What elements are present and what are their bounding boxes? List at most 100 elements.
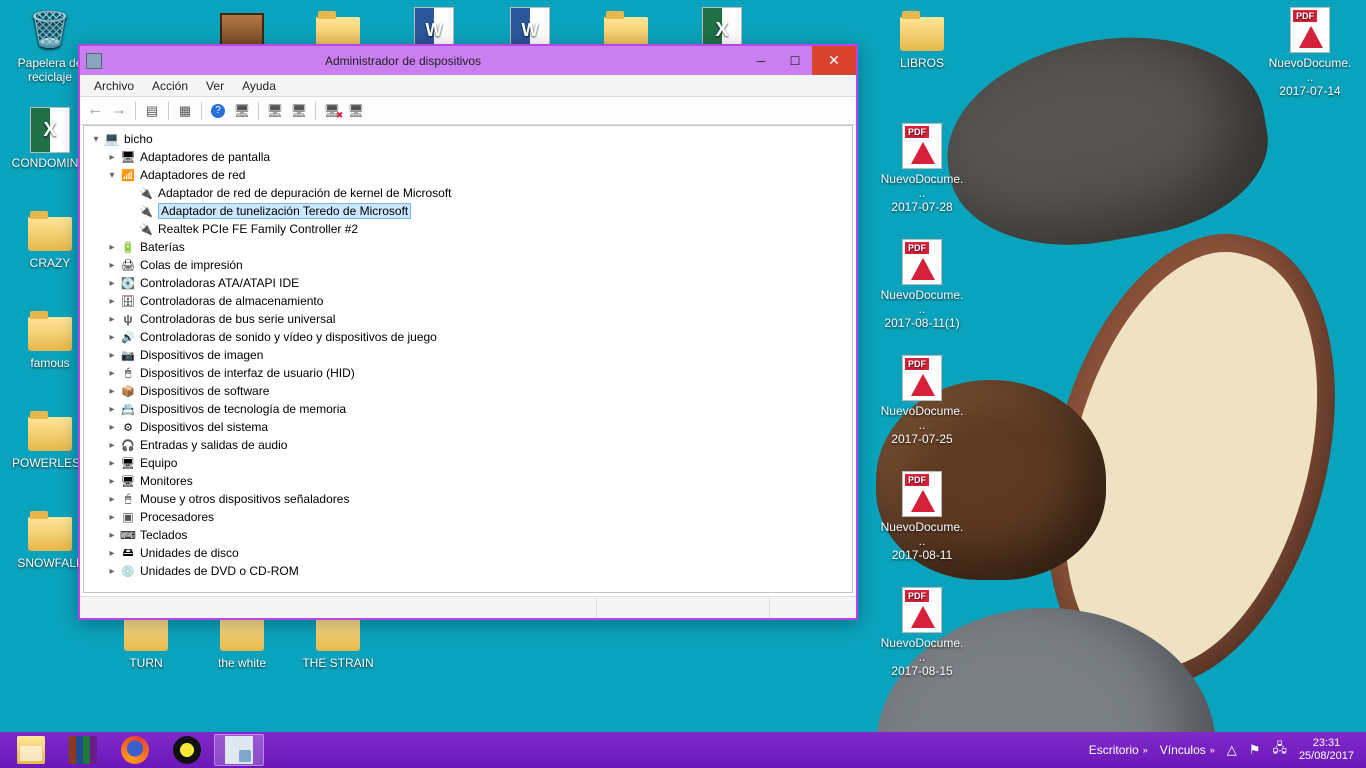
tree-node[interactable]: ▸Procesadores: [86, 508, 850, 526]
expander-icon[interactable]: ▸: [106, 404, 118, 415]
task-explorer[interactable]: [6, 734, 56, 766]
expander-icon[interactable]: ▸: [106, 242, 118, 253]
titlebar[interactable]: Administrador de dispositivos ─ ☐ ✕: [80, 46, 856, 75]
tree-node[interactable]: ▸Dispositivos de imagen: [86, 346, 850, 364]
expander-icon[interactable]: ▸: [106, 458, 118, 469]
menu-archivo[interactable]: Archivo: [86, 77, 142, 95]
tree-node[interactable]: ▸Colas de impresión: [86, 256, 850, 274]
expander-icon[interactable]: ▾: [106, 170, 118, 181]
tree-node[interactable]: ▸Adaptadores de pantalla: [86, 148, 850, 166]
uninstall-button[interactable]: 🖥: [288, 100, 310, 122]
tree-node[interactable]: ▸Controladoras ATA/ATAPI IDE: [86, 274, 850, 292]
properties-button[interactable]: ▦: [174, 100, 196, 122]
maximize-button[interactable]: ☐: [778, 46, 812, 75]
forward-button: ⭢: [108, 100, 130, 122]
toolbar-links-link[interactable]: Vínculos»: [1160, 743, 1215, 757]
tree-node[interactable]: ▸Entradas y salidas de audio: [86, 436, 850, 454]
expander-icon[interactable]: ▸: [106, 350, 118, 361]
expander-icon[interactable]: ▸: [106, 296, 118, 307]
expander-icon[interactable]: ▸: [106, 530, 118, 541]
desktop-icon[interactable]: NuevoDocume...2017-08-11: [880, 470, 964, 562]
tree-node[interactable]: ▸ Dispositivos de interfaz de usuario (HI…: [86, 364, 850, 382]
tree-node[interactable]: Adaptador de red de depuración de kernel…: [86, 184, 850, 202]
tree-node-label: bicho: [124, 132, 153, 146]
task-firefox[interactable]: [110, 734, 160, 766]
device-tree[interactable]: ▾bicho▸Adaptadores de pantalla▾Adaptador…: [83, 125, 853, 593]
toolbar-desktop-link[interactable]: Escritorio»: [1089, 743, 1148, 757]
expander-icon[interactable]: ▸: [106, 566, 118, 577]
desktop-icon-label: NuevoDocume...2017-07-25: [880, 404, 964, 446]
tree-node[interactable]: ▸Controladoras de bus serie universal: [86, 310, 850, 328]
expander-icon[interactable]: ▸: [106, 476, 118, 487]
tree-node[interactable]: ▾Adaptadores de red: [86, 166, 850, 184]
device-category-icon: [120, 383, 136, 399]
action-center-icon[interactable]: ⚑: [1249, 742, 1261, 758]
disable-button[interactable]: 🖥✖: [321, 100, 343, 122]
expander-icon[interactable]: ▸: [106, 152, 118, 163]
tree-node[interactable]: ▸Controladoras de almacenamiento: [86, 292, 850, 310]
network-icon[interactable]: 🖧: [1272, 739, 1287, 761]
tree-node[interactable]: ▸Dispositivos de software: [86, 382, 850, 400]
tree-node[interactable]: ▸Unidades de disco: [86, 544, 850, 562]
close-button[interactable]: ✕: [812, 46, 856, 75]
tree-node[interactable]: ▸Monitores: [86, 472, 850, 490]
tree-node[interactable]: ▸Unidades de DVD o CD-ROM: [86, 562, 850, 580]
update-driver-button[interactable]: 🖥: [231, 100, 253, 122]
tree-node[interactable]: ▸Dispositivos del sistema: [86, 418, 850, 436]
desktop-icon[interactable]: NuevoDocume...2017-08-11(1): [880, 238, 964, 330]
tree-node[interactable]: ▸Teclados: [86, 526, 850, 544]
expander-icon[interactable]: ▸: [106, 368, 118, 379]
desktop-icon[interactable]: NuevoDocume...2017-08-15: [880, 586, 964, 678]
tree-node[interactable]: Realtek PCIe FE Family Controller #2: [86, 220, 850, 238]
desktop-icon[interactable]: NuevoDocume...2017-07-14: [1268, 6, 1352, 98]
device-category-icon: [138, 203, 154, 219]
tree-node-label: Dispositivos de interfaz de usuario (HID…: [140, 366, 355, 380]
tree-node[interactable]: ▸ Equipo: [86, 454, 850, 472]
expander-icon[interactable]: ▸: [106, 260, 118, 271]
device-category-icon: [120, 257, 136, 273]
tree-node[interactable]: ▾ bicho: [86, 130, 850, 148]
expander-icon[interactable]: ▾: [90, 134, 102, 145]
tree-node[interactable]: Adaptador de tunelización Teredo de Micr…: [86, 202, 850, 220]
tree-node-label: Equipo: [140, 456, 177, 470]
expander-icon[interactable]: ▸: [106, 332, 118, 343]
task-calibre[interactable]: [58, 734, 108, 766]
menu-ver[interactable]: Ver: [198, 77, 232, 95]
tree-node-label: Mouse y otros dispositivos señaladores: [140, 492, 349, 506]
desktop-icon-label: the white: [200, 656, 284, 670]
help-button[interactable]: ?: [207, 100, 229, 122]
expander-icon[interactable]: ▸: [106, 548, 118, 559]
expander-icon[interactable]: ▸: [106, 314, 118, 325]
expander-icon[interactable]: ▸: [106, 512, 118, 523]
desktop-icon-label: LIBROS: [880, 56, 964, 70]
expander-icon[interactable]: ▸: [106, 422, 118, 433]
minimize-button[interactable]: ─: [744, 46, 778, 75]
scan-hardware-button[interactable]: 🖥: [264, 100, 286, 122]
tree-node[interactable]: ▸Controladoras de sonido y vídeo y dispo…: [86, 328, 850, 346]
show-hidden-icons[interactable]: △: [1227, 742, 1237, 758]
task-jdownloader[interactable]: [162, 734, 212, 766]
menu-accion[interactable]: Acción: [144, 77, 196, 95]
expander-icon[interactable]: ▸: [106, 278, 118, 289]
enable-button[interactable]: 🖥: [345, 100, 367, 122]
desktop-icon-label: NuevoDocume...2017-07-14: [1268, 56, 1352, 98]
expander-icon[interactable]: ▸: [106, 494, 118, 505]
device-category-icon: [120, 563, 136, 579]
tree-node[interactable]: ▸ Mouse y otros dispositivos señaladores: [86, 490, 850, 508]
expander-icon[interactable]: ▸: [106, 386, 118, 397]
task-device-manager[interactable]: [214, 734, 264, 766]
device-category-icon: [120, 437, 136, 453]
desktop-icon[interactable]: NuevoDocume...2017-07-28: [880, 122, 964, 214]
tree-node[interactable]: ▸Dispositivos de tecnología de memoria: [86, 400, 850, 418]
clock[interactable]: 23:31 25/08/2017: [1299, 737, 1354, 763]
device-category-icon: [120, 365, 136, 381]
menubar: Archivo Acción Ver Ayuda: [80, 75, 856, 97]
show-hide-tree-button[interactable]: ▤: [141, 100, 163, 122]
menu-ayuda[interactable]: Ayuda: [234, 77, 284, 95]
desktop-icon[interactable]: LIBROS: [880, 6, 964, 70]
tree-node-label: Baterías: [140, 240, 185, 254]
expander-icon[interactable]: ▸: [106, 440, 118, 451]
desktop-icon-label: NuevoDocume...2017-07-28: [880, 172, 964, 214]
tree-node[interactable]: ▸ Baterías: [86, 238, 850, 256]
desktop-icon[interactable]: NuevoDocume...2017-07-25: [880, 354, 964, 446]
